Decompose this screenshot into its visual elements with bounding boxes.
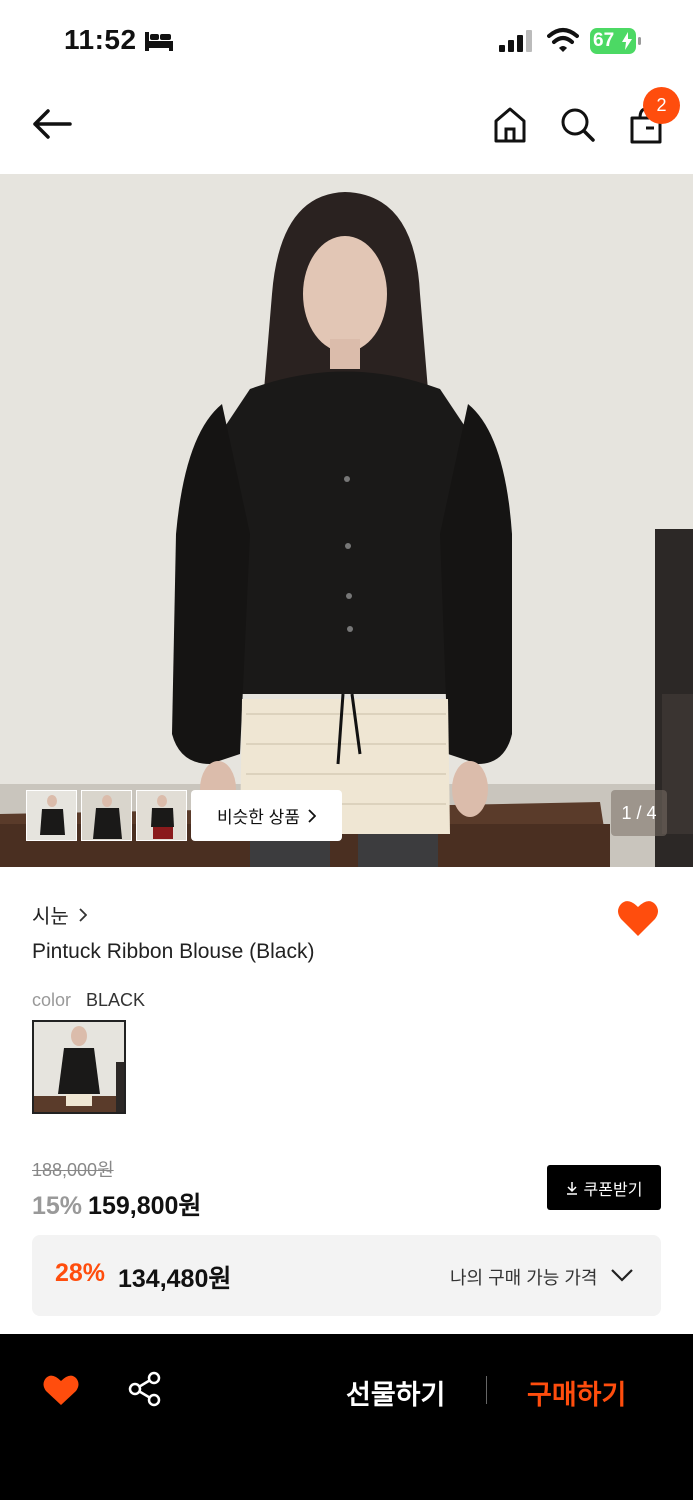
my-price-label: 나의 구매 가능 가격 [450,1268,598,1288]
top-nav: 2 [0,82,693,174]
battery-level: 67 [593,30,615,51]
sale-price-row: 15% 159,800원 [32,1186,201,1222]
my-discount-rate: 28% [55,1259,106,1287]
color-option-swatch[interactable] [32,1020,126,1114]
thumbnail-strip [26,790,187,841]
product-photo [0,174,693,867]
color-value: BLACK [86,990,146,1010]
search-icon[interactable] [560,106,596,144]
coupon-label: 쿠폰받기 [583,1181,643,1199]
gift-button[interactable]: 선물하기 [346,1373,445,1412]
heart-icon[interactable] [617,898,659,938]
discount-rate: 15% [32,1192,83,1220]
heart-icon[interactable] [43,1373,79,1407]
battery-indicator: 67 [590,28,642,54]
similar-products-button[interactable]: 비슷한 상품 [191,790,342,841]
wifi-icon [547,28,579,52]
buy-button[interactable]: 구매하기 [527,1373,626,1412]
chevron-right-icon [79,907,87,922]
bed-icon [145,32,173,51]
my-price-panel[interactable]: 28% 134,480원 나의 구매 가능 가격 [32,1235,661,1316]
status-bar: 11:52 67 [0,0,693,82]
home-icon[interactable] [492,106,528,144]
bottom-action-bar: 선물하기 구매하기 [0,1334,693,1500]
signal-icon [499,30,532,52]
brand-link[interactable]: 시눈 [32,900,87,929]
color-row: color BLACK [32,990,145,1011]
original-price: 188,000원 [32,1160,114,1180]
thumbnail-3[interactable] [136,790,187,841]
thumbnail-2[interactable] [81,790,132,841]
my-price: 134,480원 [118,1265,232,1293]
product-main-image[interactable]: 비슷한 상품 1 / 4 [0,174,693,867]
download-icon [566,1181,577,1195]
product-name: Pintuck Ribbon Blouse (Black) [32,940,315,963]
divider [486,1376,487,1404]
charging-bolt-icon [622,32,632,50]
image-counter: 1 / 4 [611,790,667,836]
coupon-download-button[interactable]: 쿠폰받기 [547,1165,661,1210]
chevron-right-icon [308,808,316,823]
sale-price: 159,800원 [88,1192,202,1220]
share-icon[interactable] [128,1371,162,1407]
status-time: 11:52 [64,24,137,55]
cart-count-badge: 2 [643,87,680,124]
chevron-down-icon [611,1269,633,1282]
back-arrow-icon[interactable] [30,106,74,142]
brand-name: 시눈 [32,906,69,928]
similar-products-label: 비슷한 상품 [217,808,300,827]
color-label: color [32,990,72,1010]
thumbnail-1[interactable] [26,790,77,841]
